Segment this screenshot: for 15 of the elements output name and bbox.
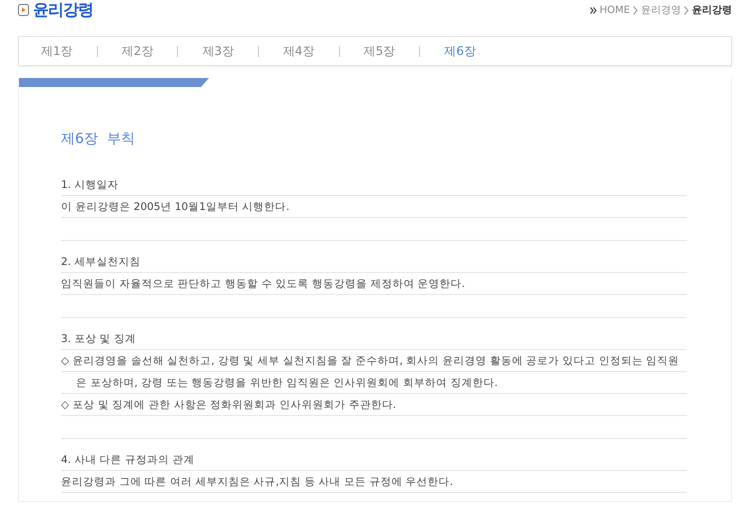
chapter-tab[interactable]: 제6장: [432, 42, 488, 60]
chapter-tab[interactable]: 제4장: [270, 42, 327, 60]
breadcrumb-link[interactable]: 윤리경영: [641, 3, 681, 17]
breadcrumb-link[interactable]: HOME: [600, 4, 630, 16]
chapter-tab[interactable]: 제1장: [29, 42, 85, 60]
chevron-icon: [633, 6, 638, 14]
chevron-icon: [684, 6, 689, 14]
chapter-tab[interactable]: 제5장: [352, 42, 408, 60]
chapter-tab[interactable]: 제3장: [190, 42, 246, 60]
chapter-title: 제6장 부칙: [61, 130, 136, 148]
arrow-box-icon: [18, 4, 29, 16]
double-chevron-icon: [590, 6, 597, 14]
breadcrumb-link[interactable]: 윤리강령: [692, 3, 732, 17]
page-title: 윤리강령: [33, 0, 93, 20]
chapter-tab[interactable]: 제2장: [110, 42, 166, 60]
